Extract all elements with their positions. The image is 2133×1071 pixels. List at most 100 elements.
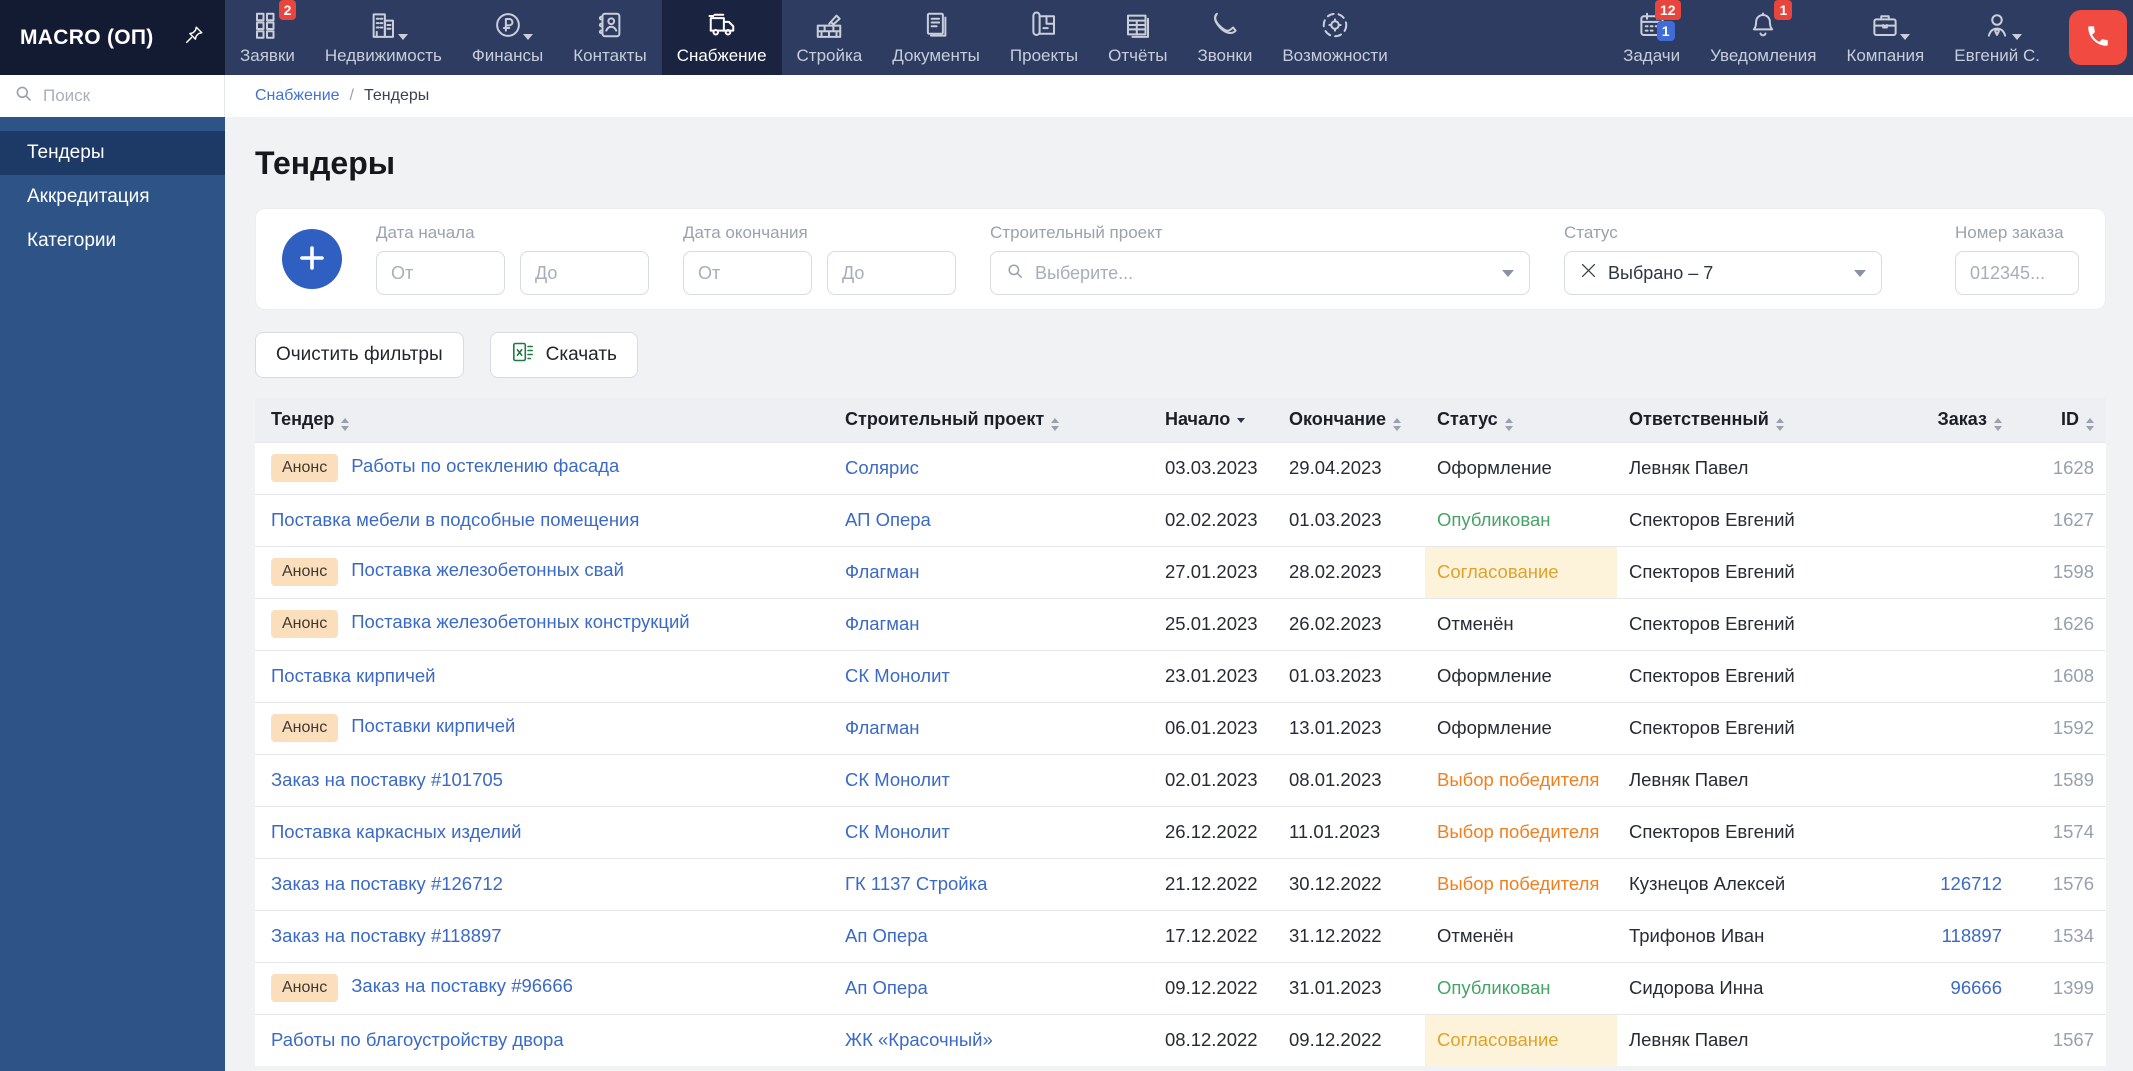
table-row[interactable]: Анонс Работы по остеклению фасада Солярис… bbox=[255, 441, 2106, 494]
sidebar-item-accreditation[interactable]: Аккредитация bbox=[0, 175, 225, 219]
tender-link[interactable]: Работы по остеклению фасада bbox=[351, 455, 619, 476]
project-select[interactable]: Выберите... bbox=[990, 251, 1530, 295]
tender-link[interactable]: Поставка железобетонных конструкций bbox=[351, 611, 689, 632]
status-label: Отменён bbox=[1437, 613, 1514, 634]
project-link[interactable]: ГК 1137 Стройка bbox=[845, 873, 987, 894]
date-start-to-input[interactable] bbox=[520, 251, 649, 295]
table-row[interactable]: Работы по благоустройству двора ЖК «Крас… bbox=[255, 1013, 2106, 1066]
nav-item-zayavki[interactable]: 2 Заявки bbox=[225, 0, 310, 75]
status-cell: Оформление bbox=[1425, 649, 1617, 702]
tender-link[interactable]: Поставка железобетонных свай bbox=[351, 559, 624, 580]
tender-link[interactable]: Заказ на поставку #126712 bbox=[271, 873, 503, 894]
clear-filters-button[interactable]: Очистить фильтры bbox=[255, 332, 464, 378]
date-end-to-input[interactable] bbox=[827, 251, 956, 295]
start-date: 02.02.2023 bbox=[1153, 493, 1277, 546]
table-row[interactable]: Поставка кирпичей СК Монолит 23.01.2023 … bbox=[255, 649, 2106, 702]
start-date: 17.12.2022 bbox=[1153, 909, 1277, 962]
tender-link[interactable]: Поставка мебели в подсобные помещения bbox=[271, 509, 639, 530]
column-header-status[interactable]: Статус bbox=[1425, 398, 1617, 442]
content-area: Снабжение / Тендеры Тендеры Дата начала bbox=[225, 75, 2133, 1071]
row-id: 1627 bbox=[2014, 493, 2106, 546]
responsible: Спекторов Евгений bbox=[1617, 545, 1883, 598]
project-link[interactable]: СК Монолит bbox=[845, 769, 950, 790]
nav-item-zadachi[interactable]: 12 1 Задачи bbox=[1608, 0, 1695, 75]
table-row[interactable]: Заказ на поставку #101705 СК Монолит 02.… bbox=[255, 753, 2106, 806]
end-date: 26.02.2023 bbox=[1277, 597, 1425, 650]
nav-item-otchety[interactable]: Отчёты bbox=[1093, 0, 1182, 75]
order-link[interactable]: 126712 bbox=[1940, 873, 2002, 894]
nav-item-snabzhenie[interactable]: Снабжение bbox=[661, 0, 782, 75]
column-header-end[interactable]: Окончание bbox=[1277, 398, 1425, 442]
project-link[interactable]: СК Монолит bbox=[845, 821, 950, 842]
table-row[interactable]: Поставка каркасных изделий СК Монолит 26… bbox=[255, 805, 2106, 858]
table-row[interactable]: Анонс Поставки кирпичей Флагман 06.01.202… bbox=[255, 701, 2106, 754]
project-link[interactable]: Ап Опера bbox=[845, 977, 928, 998]
table-row[interactable]: Анонс Заказ на поставку #96666 Ап Опера 0… bbox=[255, 961, 2106, 1014]
project-link[interactable]: АП Опера bbox=[845, 509, 931, 530]
project-link[interactable]: Солярис bbox=[845, 457, 919, 478]
end-date: 13.01.2023 bbox=[1277, 701, 1425, 754]
nav-item-zvonki[interactable]: Звонки bbox=[1182, 0, 1267, 75]
pin-icon[interactable] bbox=[183, 24, 205, 52]
responsible: Левняк Павел bbox=[1617, 1013, 1883, 1066]
start-date: 21.12.2022 bbox=[1153, 857, 1277, 910]
date-start-from-input[interactable] bbox=[376, 251, 505, 295]
contacts-icon bbox=[595, 9, 625, 41]
column-header-responsible[interactable]: Ответственный bbox=[1617, 398, 1883, 442]
sidebar-search-input[interactable] bbox=[43, 86, 210, 106]
nav-item-dokumenty[interactable]: Документы bbox=[877, 0, 995, 75]
download-button[interactable]: Скачать bbox=[489, 332, 638, 378]
table-row[interactable]: Заказ на поставку #126712 ГК 1137 Стройк… bbox=[255, 857, 2106, 910]
sidebar-item-tenders[interactable]: Тендеры bbox=[0, 131, 225, 175]
nav-item-uvedomleniya[interactable]: 1 Уведомления bbox=[1695, 0, 1831, 75]
nav-item-proekty[interactable]: Проекты bbox=[995, 0, 1093, 75]
add-tender-button[interactable] bbox=[282, 229, 342, 289]
table-row[interactable]: Заказ на поставку #118897 Ап Опера 17.12… bbox=[255, 909, 2106, 962]
column-header-id[interactable]: ID bbox=[2014, 398, 2106, 442]
project-link[interactable]: Флагман bbox=[845, 717, 920, 738]
project-link[interactable]: Флагман bbox=[845, 613, 920, 634]
project-link[interactable]: Флагман bbox=[845, 561, 920, 582]
tender-link[interactable]: Работы по благоустройству двора bbox=[271, 1029, 564, 1050]
call-button[interactable] bbox=[2069, 10, 2127, 65]
date-end-from-input[interactable] bbox=[683, 251, 812, 295]
announce-badge: Анонс bbox=[271, 454, 339, 482]
phone-icon bbox=[1210, 9, 1240, 41]
nav-item-finansy[interactable]: Финансы bbox=[457, 0, 558, 75]
tenders-table: Тендер Строительный проект Начало Оконча… bbox=[255, 398, 2106, 1066]
end-date: 09.12.2022 bbox=[1277, 1013, 1425, 1066]
table-row[interactable]: Анонс Поставка железобетонных свай Флагма… bbox=[255, 545, 2106, 598]
tender-link[interactable]: Поставки кирпичей bbox=[351, 715, 515, 736]
clear-icon[interactable] bbox=[1580, 262, 1597, 284]
table-row[interactable]: Анонс Поставка железобетонных конструкций… bbox=[255, 597, 2106, 650]
column-header-tender[interactable]: Тендер bbox=[255, 398, 833, 442]
nav-item-kontakty[interactable]: Контакты bbox=[558, 0, 661, 75]
project-link[interactable]: Ап Опера bbox=[845, 925, 928, 946]
column-header-start[interactable]: Начало bbox=[1153, 398, 1277, 442]
ruble-icon bbox=[493, 9, 533, 41]
sidebar-item-categories[interactable]: Категории bbox=[0, 219, 225, 263]
order-number-input[interactable] bbox=[1955, 251, 2079, 295]
nav-item-nedvizhimost[interactable]: Недвижимость bbox=[310, 0, 457, 75]
tender-link[interactable]: Заказ на поставку #96666 bbox=[351, 975, 573, 996]
project-link[interactable]: СК Монолит bbox=[845, 665, 950, 686]
column-header-order[interactable]: Заказ bbox=[1883, 398, 2014, 442]
order-link[interactable]: 96666 bbox=[1951, 977, 2002, 998]
tender-link[interactable]: Заказ на поставку #101705 bbox=[271, 769, 503, 790]
tender-link[interactable]: Поставка кирпичей bbox=[271, 665, 435, 686]
tender-link[interactable]: Поставка каркасных изделий bbox=[271, 821, 522, 842]
chevron-down-icon bbox=[2012, 34, 2023, 40]
nav-item-user-profile[interactable]: Евгений С. bbox=[1939, 0, 2055, 75]
order-link[interactable]: 118897 bbox=[1942, 925, 2002, 946]
nav-item-stroyka[interactable]: Стройка bbox=[782, 0, 878, 75]
row-id: 1534 bbox=[2014, 909, 2106, 962]
tender-link[interactable]: Заказ на поставку #118897 bbox=[271, 925, 502, 946]
breadcrumb-link-supply[interactable]: Снабжение bbox=[255, 87, 340, 105]
nav-item-vozmozhnosti[interactable]: Возможности bbox=[1267, 0, 1402, 75]
table-row[interactable]: Поставка мебели в подсобные помещения АП… bbox=[255, 493, 2106, 546]
project-link[interactable]: ЖК «Красочный» bbox=[845, 1029, 993, 1050]
nav-item-kompaniya[interactable]: Компания bbox=[1831, 0, 1939, 75]
column-header-project[interactable]: Строительный проект bbox=[833, 398, 1153, 442]
status-select[interactable]: Выбрано – 7 bbox=[1564, 251, 1882, 295]
truck-icon bbox=[707, 9, 737, 41]
